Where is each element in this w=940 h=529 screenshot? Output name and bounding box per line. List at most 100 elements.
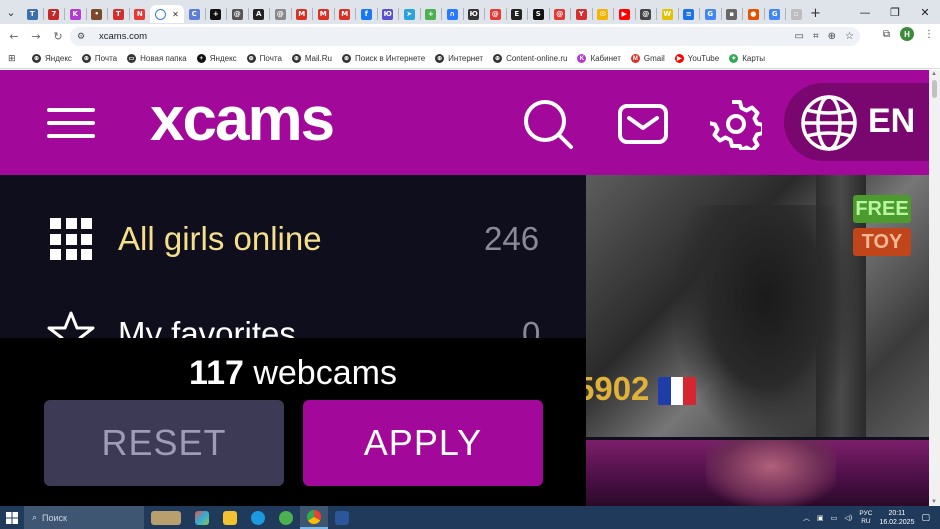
apps-grid-icon[interactable]: ⊞ <box>8 54 22 64</box>
bookmark-item[interactable]: ⊕ Почта <box>81 54 117 63</box>
tray-monitor-icon[interactable]: ▭ <box>831 514 838 522</box>
bookmark-item[interactable]: ⊕ Content-online.ru <box>493 54 567 63</box>
tab[interactable]: N <box>130 5 151 23</box>
bookmark-item[interactable]: ✦ Карты <box>729 54 765 63</box>
tab[interactable]: • <box>87 5 108 23</box>
forward-button[interactable]: → <box>25 30 47 43</box>
restore-button[interactable]: ❐ <box>880 0 910 24</box>
zoom-icon[interactable]: ⊕ <box>828 31 836 42</box>
tab-active[interactable]: ✕ <box>150 5 184 23</box>
tab[interactable]: ➤ <box>399 5 420 23</box>
tray-clock[interactable]: 20:11 16.02.2025 <box>879 509 914 527</box>
tab[interactable]: Y <box>571 5 592 23</box>
tab[interactable]: G <box>765 5 786 23</box>
url-text[interactable]: xcams.com <box>99 31 147 42</box>
site-logo[interactable]: xcams <box>150 84 335 155</box>
bookmark-item[interactable]: M Gmail <box>630 54 665 63</box>
cam-thumbnail[interactable]: FREE TOY 5902 <box>586 175 929 437</box>
tab[interactable]: K <box>65 5 86 23</box>
tab[interactable]: Ю <box>464 5 485 23</box>
back-button[interactable]: ← <box>3 30 25 43</box>
reset-button[interactable]: RESET <box>44 400 284 486</box>
taskbar-app-chrome[interactable] <box>300 506 328 529</box>
translate-icon[interactable]: ⌗ <box>813 31 819 42</box>
tab[interactable]: 7 <box>44 5 65 23</box>
taskbar-widget[interactable] <box>144 506 188 529</box>
start-button[interactable] <box>0 506 24 529</box>
apply-button[interactable]: APPLY <box>303 400 543 486</box>
search-icon[interactable] <box>522 98 574 150</box>
tray-language[interactable]: РУС RU <box>859 510 872 526</box>
tab[interactable]: E <box>507 5 528 23</box>
bookmark-item[interactable]: ⊕ Почта <box>246 54 282 63</box>
tab[interactable]: M <box>313 5 334 23</box>
bookmark-item[interactable]: ⊕ Интернет <box>435 54 483 63</box>
taskbar-app-word[interactable] <box>328 506 356 529</box>
tab[interactable]: @ <box>550 5 571 23</box>
tab[interactable]: T <box>108 5 129 23</box>
tab[interactable]: @ <box>227 5 248 23</box>
tab[interactable]: C <box>184 5 205 23</box>
language-code[interactable]: EN <box>868 102 915 141</box>
bookmark-item[interactable]: ▭ Новая папка <box>127 54 187 63</box>
tab[interactable]: M <box>292 5 313 23</box>
omnibox[interactable]: ⚙ xcams.com ▭ ⌗ ⊕ ☆ <box>70 27 860 46</box>
tray-volume-icon[interactable]: ◁) <box>844 514 852 522</box>
mail-icon[interactable] <box>617 98 669 150</box>
bookmark-item[interactable]: + Яндекс <box>196 54 237 63</box>
menu-item-all-girls[interactable]: All girls online <box>118 220 322 258</box>
bookmark-item[interactable]: ⊕ Яндекс <box>32 54 72 63</box>
extensions-icon[interactable]: ⧉ <box>883 29 890 40</box>
tab[interactable]: ● <box>743 5 764 23</box>
reload-button[interactable]: ↻ <box>47 30 69 43</box>
profile-avatar[interactable]: H <box>900 27 914 41</box>
tab[interactable]: ∩ <box>442 5 463 23</box>
bookmark-item[interactable]: ⊕ Поиск в Интернете <box>342 54 425 63</box>
scroll-down-arrow-icon[interactable]: ▼ <box>931 499 937 505</box>
bookmark-item[interactable]: ⊕ Mail.Ru <box>291 54 332 63</box>
bookmark-item[interactable]: ▶ YouTube <box>674 54 719 63</box>
menu-kebab-icon[interactable]: ⋮ <box>924 29 934 40</box>
taskbar-app-explorer[interactable] <box>216 506 244 529</box>
scroll-up-arrow-icon[interactable]: ▲ <box>931 71 937 77</box>
tab[interactable]: @ <box>485 5 506 23</box>
tab[interactable]: @ <box>636 5 657 23</box>
tab[interactable]: S <box>528 5 549 23</box>
globe-icon[interactable] <box>800 94 858 152</box>
cast-icon[interactable]: ▭ <box>795 31 804 42</box>
tab[interactable]: W <box>657 5 678 23</box>
settings-gear-icon[interactable] <box>710 98 762 150</box>
tab[interactable]: ▶ <box>614 5 635 23</box>
taskbar-app-utorrent[interactable] <box>272 506 300 529</box>
close-tab-icon[interactable]: ✕ <box>172 10 179 19</box>
tab[interactable]: Ю <box>378 5 399 23</box>
tab[interactable]: + <box>206 5 227 23</box>
tray-network-icon[interactable]: ▣ <box>817 514 824 522</box>
tab[interactable]: T <box>22 5 43 23</box>
tab[interactable]: ≡ <box>679 5 700 23</box>
tab[interactable]: + <box>421 5 442 23</box>
minimize-button[interactable]: — <box>850 0 880 24</box>
bookmark-star-icon[interactable]: ☆ <box>845 31 854 42</box>
notifications-icon[interactable]: ▢ <box>921 513 930 523</box>
tab[interactable]: A <box>249 5 270 23</box>
tab[interactable]: ▪ <box>722 5 743 23</box>
hamburger-menu-icon[interactable] <box>47 108 95 138</box>
tab-search-chevron-icon[interactable]: ⌄ <box>0 6 22 19</box>
bookmark-item[interactable]: K Кабинет <box>577 54 621 63</box>
tab[interactable]: G <box>700 5 721 23</box>
site-info-icon[interactable]: ⚙ <box>77 32 93 42</box>
tab[interactable]: M <box>335 5 356 23</box>
cam-thumbnail-2[interactable] <box>586 440 929 506</box>
tab[interactable]: ✉ <box>593 5 614 23</box>
taskbar-app-photos[interactable] <box>188 506 216 529</box>
taskbar-app-edge[interactable] <box>244 506 272 529</box>
tab[interactable]: f <box>356 5 377 23</box>
scroll-thumb[interactable] <box>932 80 937 98</box>
taskbar-search[interactable]: ⌕ Поиск <box>24 506 144 529</box>
page-scrollbar[interactable]: ▲ ▼ <box>929 70 940 506</box>
close-window-button[interactable]: ✕ <box>910 0 940 24</box>
tab[interactable]: ▫ <box>786 5 807 23</box>
tab[interactable]: @ <box>270 5 291 23</box>
tray-chevron-icon[interactable]: ︿ <box>803 513 810 523</box>
